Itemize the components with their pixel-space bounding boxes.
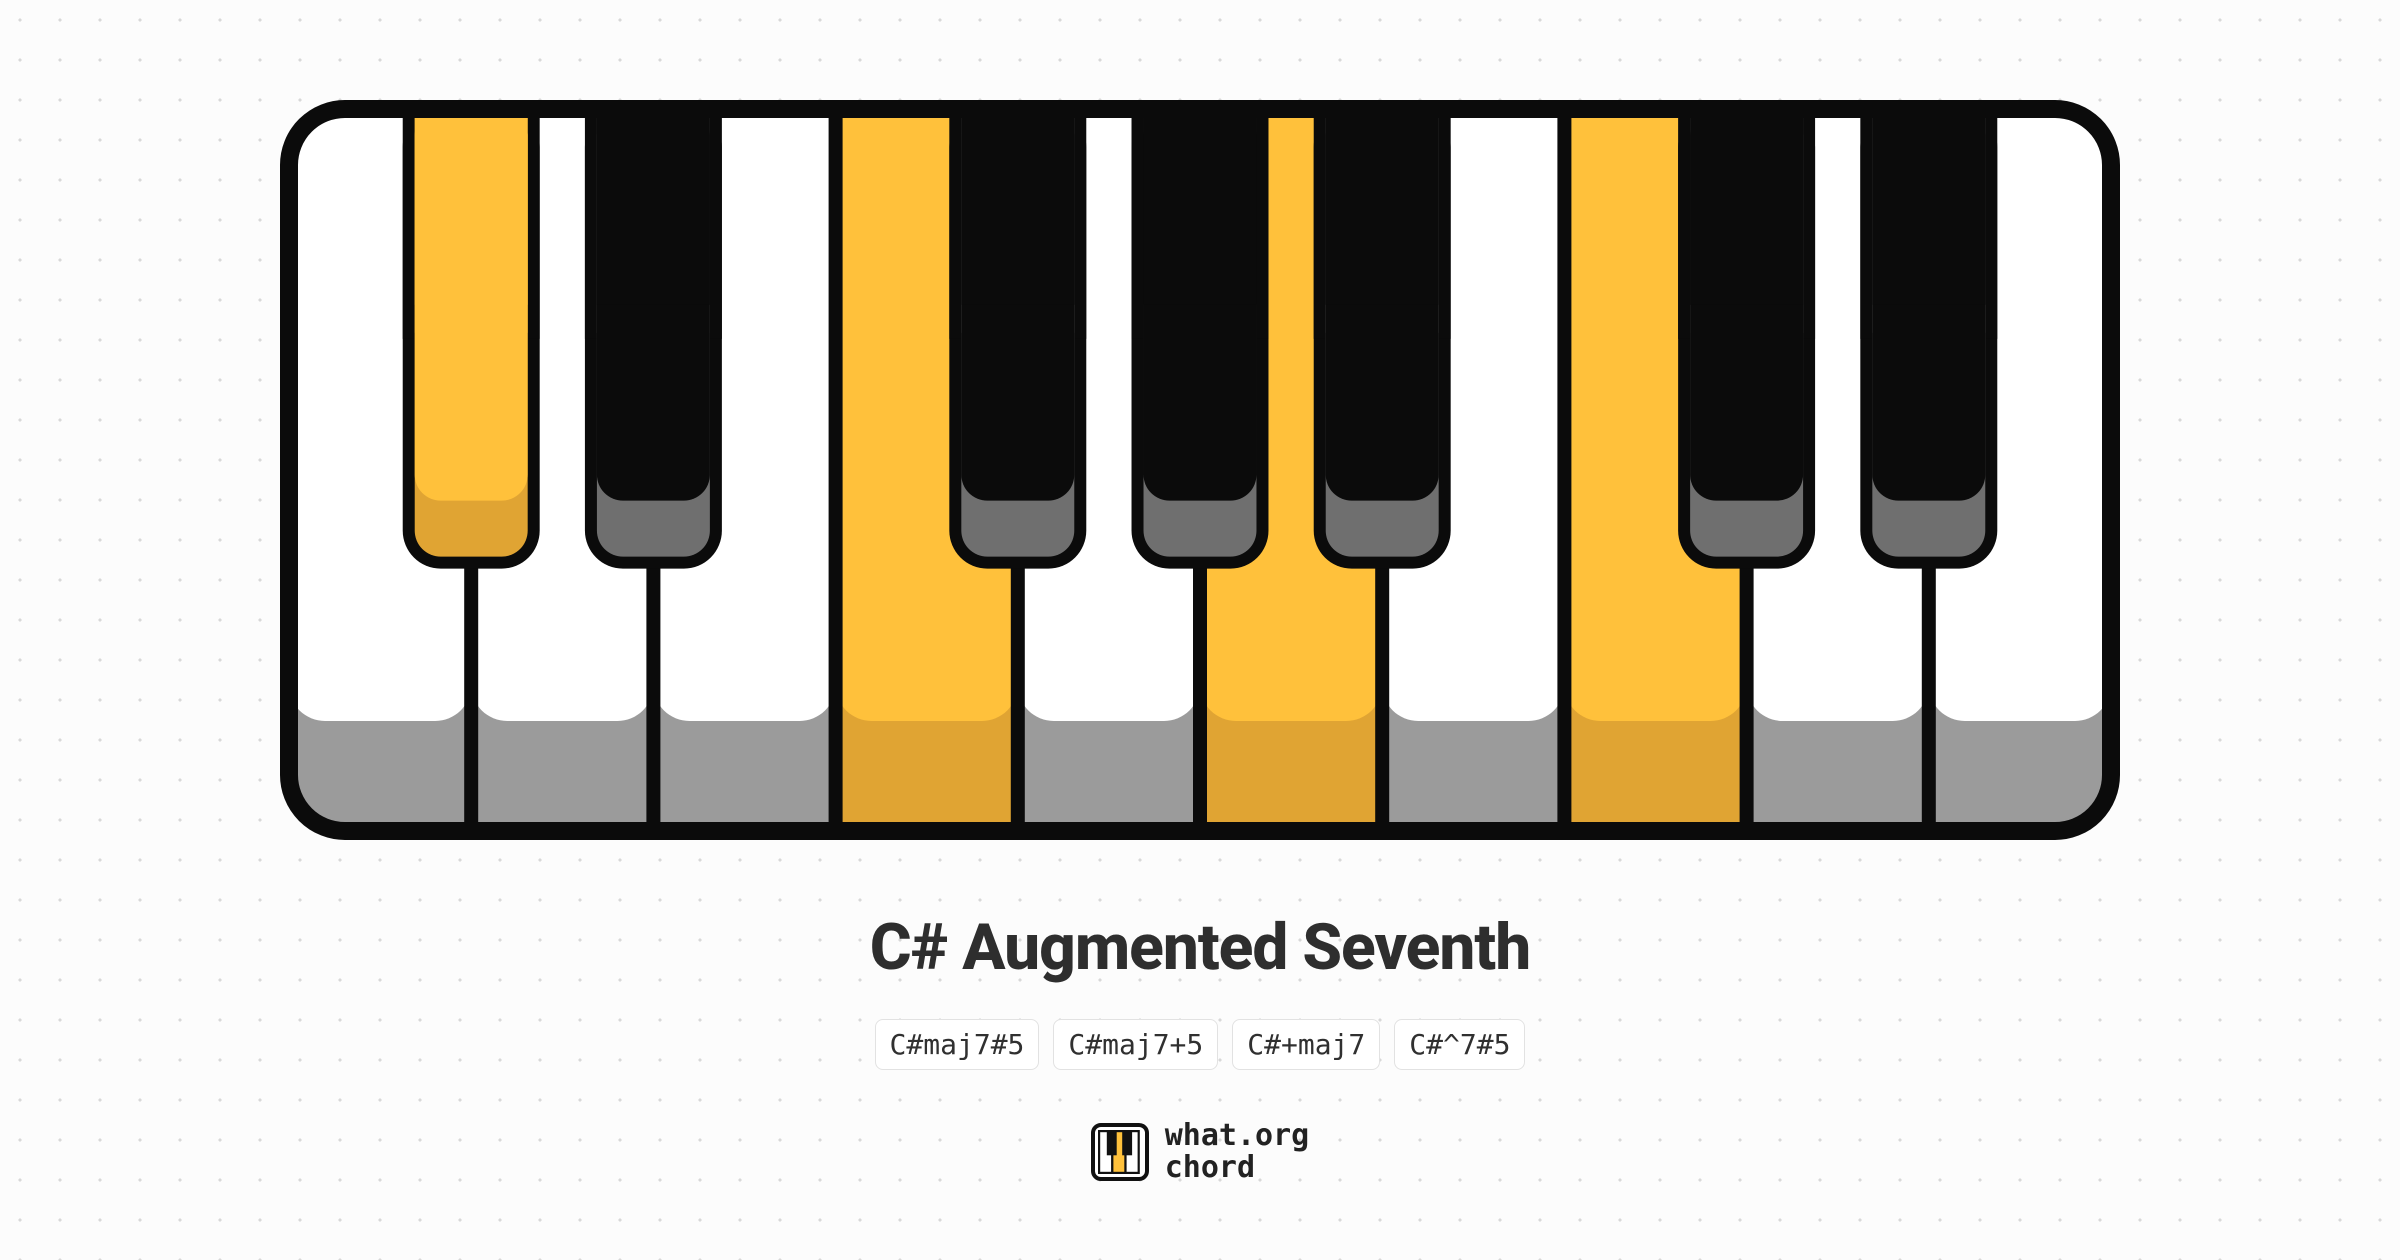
chord-alt-chip: C#maj7#5 — [875, 1019, 1040, 1070]
brand-logo-icon — [1091, 1123, 1149, 1181]
brand-text: what.org chord — [1165, 1120, 1310, 1183]
chord-title: C# Augmented Seventh — [870, 910, 1530, 985]
chord-alt-chip: C#^7#5 — [1394, 1019, 1525, 1070]
chord-alt-chip: C#maj7+5 — [1053, 1019, 1218, 1070]
piano-keyboard-svg — [280, 100, 2120, 840]
chord-alt-chip: C#+maj7 — [1232, 1019, 1380, 1070]
brand-line1: what.org — [1165, 1120, 1310, 1152]
brand-line2: chord — [1165, 1152, 1310, 1184]
brand: what.org chord — [1091, 1120, 1310, 1183]
chord-alternate-names: C#maj7#5 C#maj7+5 C#+maj7 C#^7#5 — [875, 1019, 1526, 1070]
piano-keyboard — [280, 100, 2120, 840]
